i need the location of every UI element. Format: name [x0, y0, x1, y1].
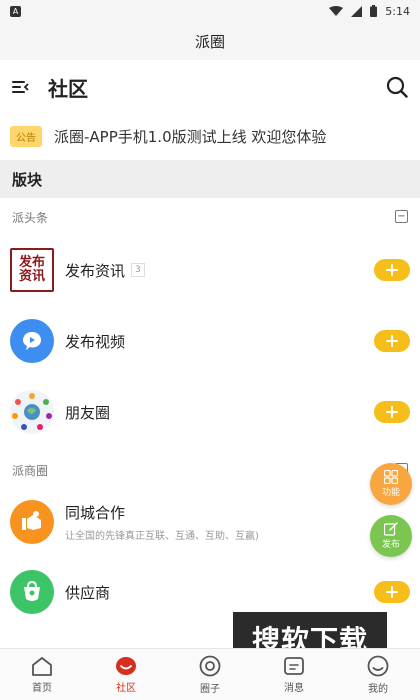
wifi-icon	[329, 5, 344, 16]
grid-icon	[384, 470, 398, 484]
group-collapse-button[interactable]: −	[395, 210, 408, 223]
section-title: 版块	[12, 170, 43, 189]
item-title: 朋友圈	[65, 403, 111, 422]
notification-icon: A	[10, 5, 21, 17]
group-label-shangquan: 派商圈	[12, 464, 49, 478]
list-item-video[interactable]: 发布视频	[0, 309, 420, 373]
tab-profile[interactable]: 我的	[336, 649, 420, 700]
news-icon: 发布资讯	[10, 248, 54, 292]
video-icon	[10, 319, 54, 363]
notice-text: 派圈-APP手机1.0版测试上线 欢迎您体验	[54, 127, 327, 146]
cooperation-icon	[10, 500, 54, 544]
item-subtitle: 让全国的先锋真正互联、互通、互助、互赢)	[65, 531, 259, 542]
signal-icon	[351, 5, 363, 17]
tab-label: 圈子	[200, 683, 220, 695]
tab-label: 社区	[116, 682, 136, 694]
item-title: 发布视频	[65, 332, 126, 351]
list-item-news[interactable]: 发布资讯 发布资讯 3	[0, 238, 420, 302]
window-title-text: 派圈	[194, 32, 225, 51]
add-button[interactable]	[374, 581, 410, 603]
window-title: 派圈	[0, 22, 420, 60]
item-count-badge: 3	[131, 263, 145, 277]
search-icon[interactable]	[386, 76, 408, 98]
edit-icon	[384, 522, 398, 536]
add-button[interactable]	[374, 330, 410, 352]
page-title: 社区	[48, 76, 88, 101]
add-button[interactable]	[374, 401, 410, 423]
tab-label: 我的	[368, 683, 388, 695]
item-title: 发布资讯	[65, 261, 126, 280]
list-item-cooperation[interactable]: 同城合作 让全国的先锋真正互联、互通、互助、互赢)	[0, 490, 420, 554]
item-title: 供应商	[65, 583, 111, 602]
plus-icon	[386, 264, 398, 276]
add-button[interactable]	[374, 259, 410, 281]
plus-icon	[386, 335, 398, 347]
status-time: 5:14	[385, 4, 410, 18]
item-title: 同城合作	[65, 504, 126, 522]
home-icon	[32, 656, 52, 676]
tab-label: 消息	[284, 682, 304, 694]
app-screen: A 5:14 派圈 社区 公告 派圈-APP手机1.0版测试上线 欢迎您体验 版…	[0, 0, 420, 700]
community-icon	[116, 656, 136, 675]
app-header: 社区	[0, 60, 420, 114]
friends-icon	[10, 390, 54, 434]
status-bar: A 5:14	[0, 0, 420, 22]
tab-community[interactable]: 社区	[84, 649, 168, 700]
plus-icon	[386, 406, 398, 418]
group-label-toutiao: 派头条	[12, 211, 49, 225]
function-fab-button[interactable]: 功能	[370, 463, 412, 505]
message-icon	[284, 656, 304, 675]
tab-label: 首页	[32, 682, 52, 694]
tab-circle[interactable]: 圈子	[168, 649, 252, 700]
profile-icon	[367, 655, 389, 676]
fab-label: 发布	[381, 540, 400, 550]
news-icon-text: 发布资讯	[18, 255, 45, 284]
tab-home[interactable]: 首页	[0, 649, 84, 700]
list-item-friends[interactable]: 朋友圈	[0, 380, 420, 444]
notice-badge: 公告	[10, 125, 42, 147]
notice-bar[interactable]: 公告 派圈-APP手机1.0版测试上线 欢迎您体验	[0, 118, 420, 154]
tab-message[interactable]: 消息	[252, 649, 336, 700]
bottom-tab-bar: 首页 社区 圈子 消息 我的	[0, 648, 420, 700]
fab-label: 功能	[381, 488, 400, 498]
plus-icon	[386, 586, 398, 598]
battery-icon	[370, 5, 378, 17]
supplier-icon	[10, 570, 54, 614]
section-header: 版块	[0, 160, 420, 198]
circle-icon	[199, 655, 221, 676]
menu-icon[interactable]	[12, 80, 30, 94]
publish-fab-button[interactable]: 发布	[370, 515, 412, 557]
